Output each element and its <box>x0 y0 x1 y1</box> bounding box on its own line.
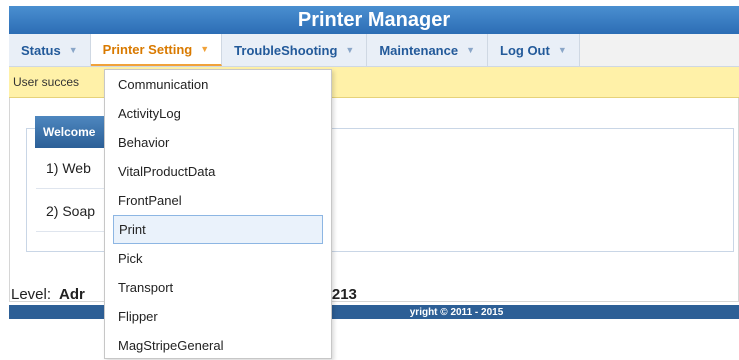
menu-item-print[interactable]: Print <box>113 215 323 244</box>
app-header: Printer Manager <box>9 6 739 34</box>
nav-status[interactable]: Status ▼ <box>9 34 91 66</box>
app-title: Printer Manager <box>297 8 451 31</box>
menu-item-flipper[interactable]: Flipper <box>105 302 331 331</box>
chevron-down-icon: ▼ <box>345 45 355 55</box>
menu-item-activitylog[interactable]: ActivityLog <box>105 99 331 128</box>
menu-item-pick[interactable]: Pick <box>105 244 331 273</box>
menu-item-transport[interactable]: Transport <box>105 273 331 302</box>
nav-troubleshooting-label: TroubleShooting <box>234 42 338 58</box>
level-label: Level: <box>11 285 52 303</box>
nav-status-label: Status <box>21 42 61 58</box>
menu-item-communication[interactable]: Communication <box>105 70 331 99</box>
nav-troubleshooting[interactable]: TroubleShooting ▼ <box>222 34 368 66</box>
chevron-down-icon: ▼ <box>68 45 78 55</box>
nav-printer-setting[interactable]: Printer Setting ▼ <box>90 34 223 66</box>
menu-item-magstripegeneral[interactable]: MagStripeGeneral <box>105 331 331 360</box>
chevron-down-icon: ▼ <box>466 45 476 55</box>
notice-text: User succes <box>13 75 80 89</box>
nav-maintenance-label: Maintenance <box>379 42 459 58</box>
printer-setting-dropdown: Communication ActivityLog Behavior Vital… <box>104 69 332 359</box>
menu-item-frontpanel[interactable]: FrontPanel <box>105 186 331 215</box>
menu-item-behavior[interactable]: Behavior <box>105 128 331 157</box>
level-value: Adr <box>59 285 85 303</box>
menu-item-vitalproductdata[interactable]: VitalProductData <box>105 157 331 186</box>
nav-log-out-label: Log Out <box>500 42 550 58</box>
level-right-text: 213 <box>331 285 357 303</box>
top-nav: Status ▼ Printer Setting ▼ TroubleShooti… <box>9 34 739 67</box>
chevron-down-icon: ▼ <box>200 44 210 54</box>
nav-log-out[interactable]: Log Out ▼ <box>488 34 580 66</box>
chevron-down-icon: ▼ <box>557 45 567 55</box>
nav-maintenance[interactable]: Maintenance ▼ <box>367 34 489 66</box>
nav-printer-setting-label: Printer Setting <box>102 41 193 57</box>
footer-text: yright © 2011 - 2015 <box>409 306 504 318</box>
